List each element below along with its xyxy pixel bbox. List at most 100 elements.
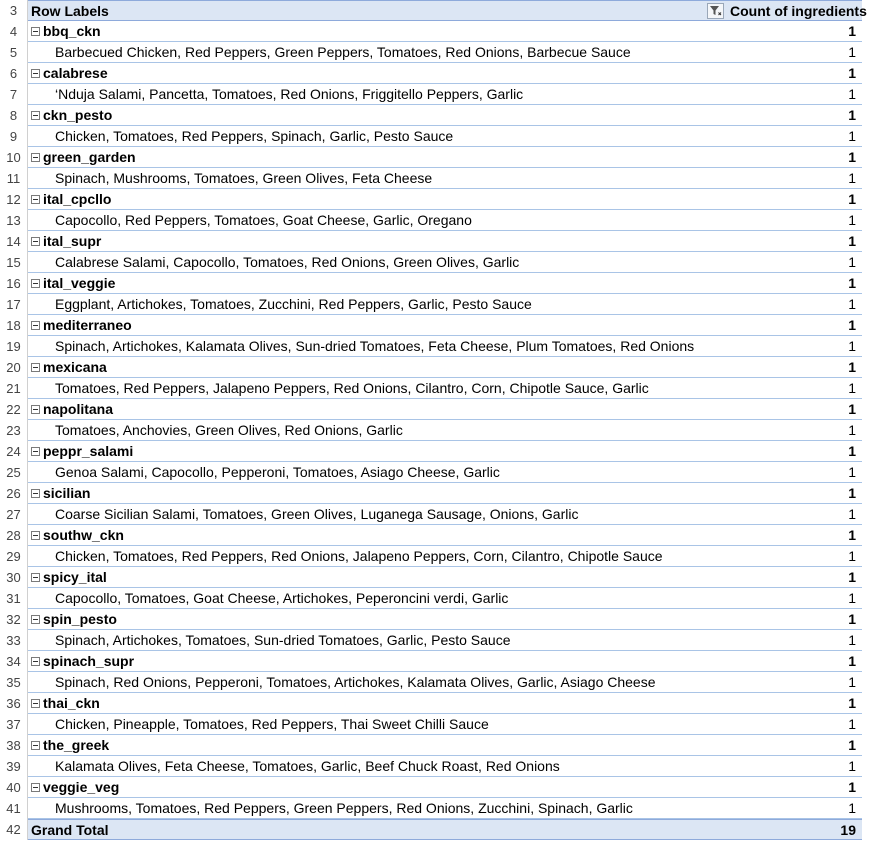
- count-cell[interactable]: 1: [727, 273, 862, 294]
- collapse-minus-icon[interactable]: [31, 740, 40, 750]
- count-cell[interactable]: 1: [727, 210, 862, 231]
- row-number[interactable]: 10: [0, 147, 28, 168]
- pizza-name-cell[interactable]: ckn_pesto: [28, 105, 727, 126]
- row-number[interactable]: 22: [0, 399, 28, 420]
- ingredients-cell[interactable]: Spinach, Artichokes, Kalamata Olives, Su…: [28, 336, 727, 357]
- row-number[interactable]: 4: [0, 21, 28, 42]
- pizza-name-cell[interactable]: bbq_ckn: [28, 21, 727, 42]
- row-number[interactable]: 38: [0, 735, 28, 756]
- count-cell[interactable]: 1: [727, 378, 862, 399]
- row-number[interactable]: 42: [0, 819, 28, 840]
- row-number[interactable]: 26: [0, 483, 28, 504]
- collapse-minus-icon[interactable]: [31, 614, 40, 624]
- collapse-minus-icon[interactable]: [31, 446, 40, 456]
- pizza-name-cell[interactable]: thai_ckn: [28, 693, 727, 714]
- row-number[interactable]: 28: [0, 525, 28, 546]
- row-number[interactable]: 39: [0, 756, 28, 777]
- row-number[interactable]: 21: [0, 378, 28, 399]
- collapse-minus-icon[interactable]: [31, 656, 40, 666]
- collapse-minus-icon[interactable]: [31, 26, 40, 36]
- count-cell[interactable]: 1: [727, 63, 862, 84]
- collapse-minus-icon[interactable]: [31, 698, 40, 708]
- ingredients-cell[interactable]: Mushrooms, Tomatoes, Red Peppers, Green …: [28, 798, 727, 819]
- row-number[interactable]: 20: [0, 357, 28, 378]
- pizza-name-cell[interactable]: sicilian: [28, 483, 727, 504]
- row-labels-header[interactable]: Row Labels: [28, 0, 727, 21]
- collapse-minus-icon[interactable]: [31, 236, 40, 246]
- row-number[interactable]: 16: [0, 273, 28, 294]
- count-cell[interactable]: 1: [727, 252, 862, 273]
- ingredients-cell[interactable]: Tomatoes, Anchovies, Green Olives, Red O…: [28, 420, 727, 441]
- count-cell[interactable]: 1: [727, 798, 862, 819]
- row-number[interactable]: 36: [0, 693, 28, 714]
- collapse-minus-icon[interactable]: [31, 68, 40, 78]
- row-number[interactable]: 6: [0, 63, 28, 84]
- count-cell[interactable]: 1: [727, 756, 862, 777]
- count-cell[interactable]: 1: [727, 462, 862, 483]
- ingredients-cell[interactable]: Chicken, Tomatoes, Red Peppers, Spinach,…: [28, 126, 727, 147]
- row-number[interactable]: 8: [0, 105, 28, 126]
- ingredients-cell[interactable]: Chicken, Tomatoes, Red Peppers, Red Onio…: [28, 546, 727, 567]
- row-number[interactable]: 14: [0, 231, 28, 252]
- pizza-name-cell[interactable]: napolitana: [28, 399, 727, 420]
- ingredients-cell[interactable]: Coarse Sicilian Salami, Tomatoes, Green …: [28, 504, 727, 525]
- pizza-name-cell[interactable]: veggie_veg: [28, 777, 727, 798]
- collapse-minus-icon[interactable]: [31, 110, 40, 120]
- row-number[interactable]: 24: [0, 441, 28, 462]
- row-number[interactable]: 41: [0, 798, 28, 819]
- count-cell[interactable]: 1: [727, 567, 862, 588]
- filter-dropdown-icon[interactable]: [707, 3, 724, 19]
- pizza-name-cell[interactable]: the_greek: [28, 735, 727, 756]
- count-cell[interactable]: 1: [727, 483, 862, 504]
- count-of-ingredients-header[interactable]: Count of ingredients: [727, 0, 867, 21]
- pizza-name-cell[interactable]: southw_ckn: [28, 525, 727, 546]
- row-number[interactable]: 32: [0, 609, 28, 630]
- count-cell[interactable]: 1: [727, 315, 862, 336]
- collapse-minus-icon[interactable]: [31, 320, 40, 330]
- collapse-minus-icon[interactable]: [31, 362, 40, 372]
- row-number[interactable]: 5: [0, 42, 28, 63]
- count-cell[interactable]: 1: [727, 504, 862, 525]
- ingredients-cell[interactable]: Eggplant, Artichokes, Tomatoes, Zucchini…: [28, 294, 727, 315]
- count-cell[interactable]: 1: [727, 231, 862, 252]
- pizza-name-cell[interactable]: spinach_supr: [28, 651, 727, 672]
- count-cell[interactable]: 1: [727, 546, 862, 567]
- count-cell[interactable]: 1: [727, 147, 862, 168]
- pizza-name-cell[interactable]: spin_pesto: [28, 609, 727, 630]
- ingredients-cell[interactable]: Chicken, Pineapple, Tomatoes, Red Pepper…: [28, 714, 727, 735]
- count-cell[interactable]: 1: [727, 357, 862, 378]
- row-number[interactable]: 9: [0, 126, 28, 147]
- row-number[interactable]: 3: [0, 0, 28, 21]
- ingredients-cell[interactable]: Spinach, Red Onions, Pepperoni, Tomatoes…: [28, 672, 727, 693]
- count-cell[interactable]: 1: [727, 84, 862, 105]
- ingredients-cell[interactable]: Tomatoes, Red Peppers, Jalapeno Peppers,…: [28, 378, 727, 399]
- count-cell[interactable]: 1: [727, 126, 862, 147]
- ingredients-cell[interactable]: Spinach, Artichokes, Tomatoes, Sun-dried…: [28, 630, 727, 651]
- row-number[interactable]: 27: [0, 504, 28, 525]
- row-number[interactable]: 18: [0, 315, 28, 336]
- count-cell[interactable]: 1: [727, 105, 862, 126]
- count-cell[interactable]: 1: [727, 420, 862, 441]
- count-cell[interactable]: 1: [727, 651, 862, 672]
- pizza-name-cell[interactable]: calabrese: [28, 63, 727, 84]
- count-cell[interactable]: 1: [727, 168, 862, 189]
- count-cell[interactable]: 1: [727, 735, 862, 756]
- pizza-name-cell[interactable]: mexicana: [28, 357, 727, 378]
- ingredients-cell[interactable]: Calabrese Salami, Capocollo, Tomatoes, R…: [28, 252, 727, 273]
- ingredients-cell[interactable]: Capocollo, Red Peppers, Tomatoes, Goat C…: [28, 210, 727, 231]
- pizza-name-cell[interactable]: ital_cpcllo: [28, 189, 727, 210]
- row-number[interactable]: 25: [0, 462, 28, 483]
- count-cell[interactable]: 1: [727, 336, 862, 357]
- count-cell[interactable]: 1: [727, 777, 862, 798]
- count-cell[interactable]: 1: [727, 525, 862, 546]
- row-number[interactable]: 11: [0, 168, 28, 189]
- pizza-name-cell[interactable]: peppr_salami: [28, 441, 727, 462]
- ingredients-cell[interactable]: Capocollo, Tomatoes, Goat Cheese, Artich…: [28, 588, 727, 609]
- row-number[interactable]: 30: [0, 567, 28, 588]
- row-number[interactable]: 12: [0, 189, 28, 210]
- pizza-name-cell[interactable]: ital_veggie: [28, 273, 727, 294]
- collapse-minus-icon[interactable]: [31, 194, 40, 204]
- collapse-minus-icon[interactable]: [31, 404, 40, 414]
- grand-total-value[interactable]: 19: [727, 819, 862, 840]
- count-cell[interactable]: 1: [727, 42, 862, 63]
